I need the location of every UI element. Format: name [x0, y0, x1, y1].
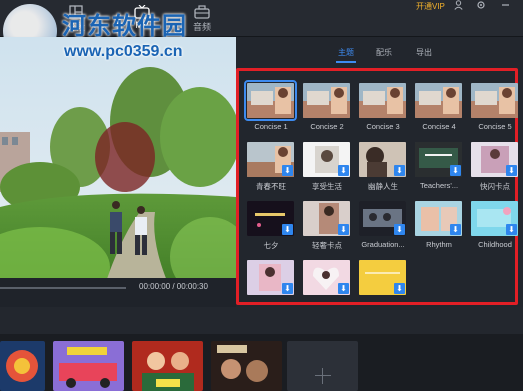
user-icon[interactable] [451, 0, 465, 12]
vip-button[interactable]: 开通VIP [416, 1, 445, 12]
download-icon[interactable]: ⬇ [282, 165, 293, 176]
app-window: 分段 MV 音频 开通VIP 河东软件园 www.pc0359.cn 00:00… [0, 0, 523, 391]
theme-item[interactable]: Concise 3 [359, 83, 408, 131]
preview-image [0, 37, 236, 299]
theme-label: 轻奢卡点 [312, 241, 342, 250]
seek-bar[interactable] [0, 287, 126, 289]
theme-label: Concise 4 [422, 122, 456, 131]
theme-label: 享受生活 [312, 182, 342, 191]
download-icon[interactable]: ⬇ [506, 224, 517, 235]
theme-label: 七夕 [263, 241, 279, 250]
download-icon[interactable]: ⬇ [450, 224, 461, 235]
theme-item[interactable]: ⬇ [359, 260, 408, 299]
theme-item[interactable]: ⬇ 享受生活 [303, 142, 352, 192]
theme-item[interactable]: ⬇ Childhood [471, 201, 520, 249]
theme-item[interactable]: Concise 1 [244, 80, 297, 131]
theme-item[interactable]: ⬇ 幽静人生 [359, 142, 408, 192]
theme-item[interactable]: ⬇ Teachers'... [415, 142, 464, 190]
watermark-url: www.pc0359.cn [64, 43, 183, 60]
media-clip[interactable] [0, 341, 45, 391]
theme-item[interactable]: ⬇ 青春不旺 [247, 142, 296, 192]
time-readout: 00:00:00 / 00:00:30 [139, 282, 208, 291]
theme-thumbnail: ⬇ [303, 142, 350, 177]
theme-thumbnail: ⬇ [359, 260, 406, 295]
theme-thumbnail: ⬇ [415, 142, 462, 177]
theme-thumbnail: ⬇ [247, 201, 294, 236]
theme-label: Concise 3 [366, 122, 400, 131]
briefcase-icon [194, 5, 210, 19]
theme-label: Concise 1 [254, 122, 288, 131]
download-icon[interactable]: ⬇ [282, 224, 293, 235]
theme-label: Childhood [478, 240, 512, 249]
theme-item[interactable]: ⬇ Rhythm [415, 201, 464, 249]
minimize-icon[interactable] [498, 0, 512, 12]
theme-thumbnail: ⬇ [359, 142, 406, 177]
theme-thumbnail: ⬇ [247, 260, 294, 295]
theme-label: Graduation... [361, 240, 405, 249]
theme-item[interactable]: ⬇ [303, 260, 352, 299]
download-icon[interactable]: ⬇ [394, 283, 405, 294]
theme-label: Rhythm [426, 240, 452, 249]
theme-item[interactable]: ⬇ Graduation... [359, 201, 408, 249]
theme-thumbnail: ⬇ [303, 201, 350, 236]
theme-thumbnail [359, 83, 406, 118]
add-media-button[interactable] [287, 341, 358, 391]
download-icon[interactable]: ⬇ [338, 165, 349, 176]
theme-label: Concise 5 [478, 122, 512, 131]
theme-label: 快闪卡点 [480, 182, 510, 191]
theme-label: Teachers'... [419, 181, 459, 190]
theme-thumbnail [244, 80, 297, 121]
theme-label: Concise 2 [310, 122, 344, 131]
theme-thumbnail [303, 83, 350, 118]
media-clip[interactable] [132, 341, 203, 391]
tab-theme[interactable]: 主题 [336, 47, 356, 63]
download-icon[interactable]: ⬇ [338, 283, 349, 294]
download-icon[interactable]: ⬇ [506, 165, 517, 176]
theme-label: 青春不旺 [256, 182, 286, 191]
media-clip[interactable] [53, 341, 124, 391]
theme-thumbnail: ⬇ [247, 142, 294, 177]
theme-thumbnail: ⬇ [415, 201, 462, 236]
theme-thumbnail [415, 83, 462, 118]
theme-thumbnail: ⬇ [471, 201, 518, 236]
theme-thumbnail: ⬇ [471, 142, 518, 177]
theme-item[interactable]: ⬇ [247, 260, 296, 299]
download-icon[interactable]: ⬇ [450, 165, 461, 176]
video-preview[interactable] [0, 37, 236, 299]
theme-item[interactable]: Concise 5 [471, 83, 520, 131]
player-controls: 00:00:00 / 00:00:30 [0, 278, 236, 300]
media-clip[interactable] [211, 341, 282, 391]
theme-thumbnail: ⬇ [359, 201, 406, 236]
gear-icon[interactable] [474, 0, 488, 12]
theme-item[interactable]: ⬇ 七夕 [247, 201, 296, 251]
theme-thumbnail: ⬇ [303, 260, 350, 295]
theme-item[interactable]: Concise 2 [303, 83, 352, 131]
theme-item[interactable]: Concise 4 [415, 83, 464, 131]
watermark-title: 河东软件园 [62, 13, 187, 40]
theme-item[interactable]: ⬇ 轻奢卡点 [303, 201, 352, 251]
tab-music[interactable]: 配乐 [376, 47, 392, 58]
theme-thumbnail [471, 83, 518, 118]
download-icon[interactable]: ⬇ [282, 283, 293, 294]
theme-item[interactable]: ⬇ 快闪卡点 [471, 142, 520, 192]
download-icon[interactable]: ⬇ [394, 165, 405, 176]
tab-audio-label: 音频 [192, 22, 211, 32]
tab-audio[interactable]: 音频 [184, 4, 220, 36]
timeline-header [0, 307, 523, 334]
download-icon[interactable]: ⬇ [338, 224, 349, 235]
tab-export[interactable]: 导出 [416, 47, 432, 58]
download-icon[interactable]: ⬇ [394, 224, 405, 235]
theme-label: 幽静人生 [368, 182, 398, 191]
